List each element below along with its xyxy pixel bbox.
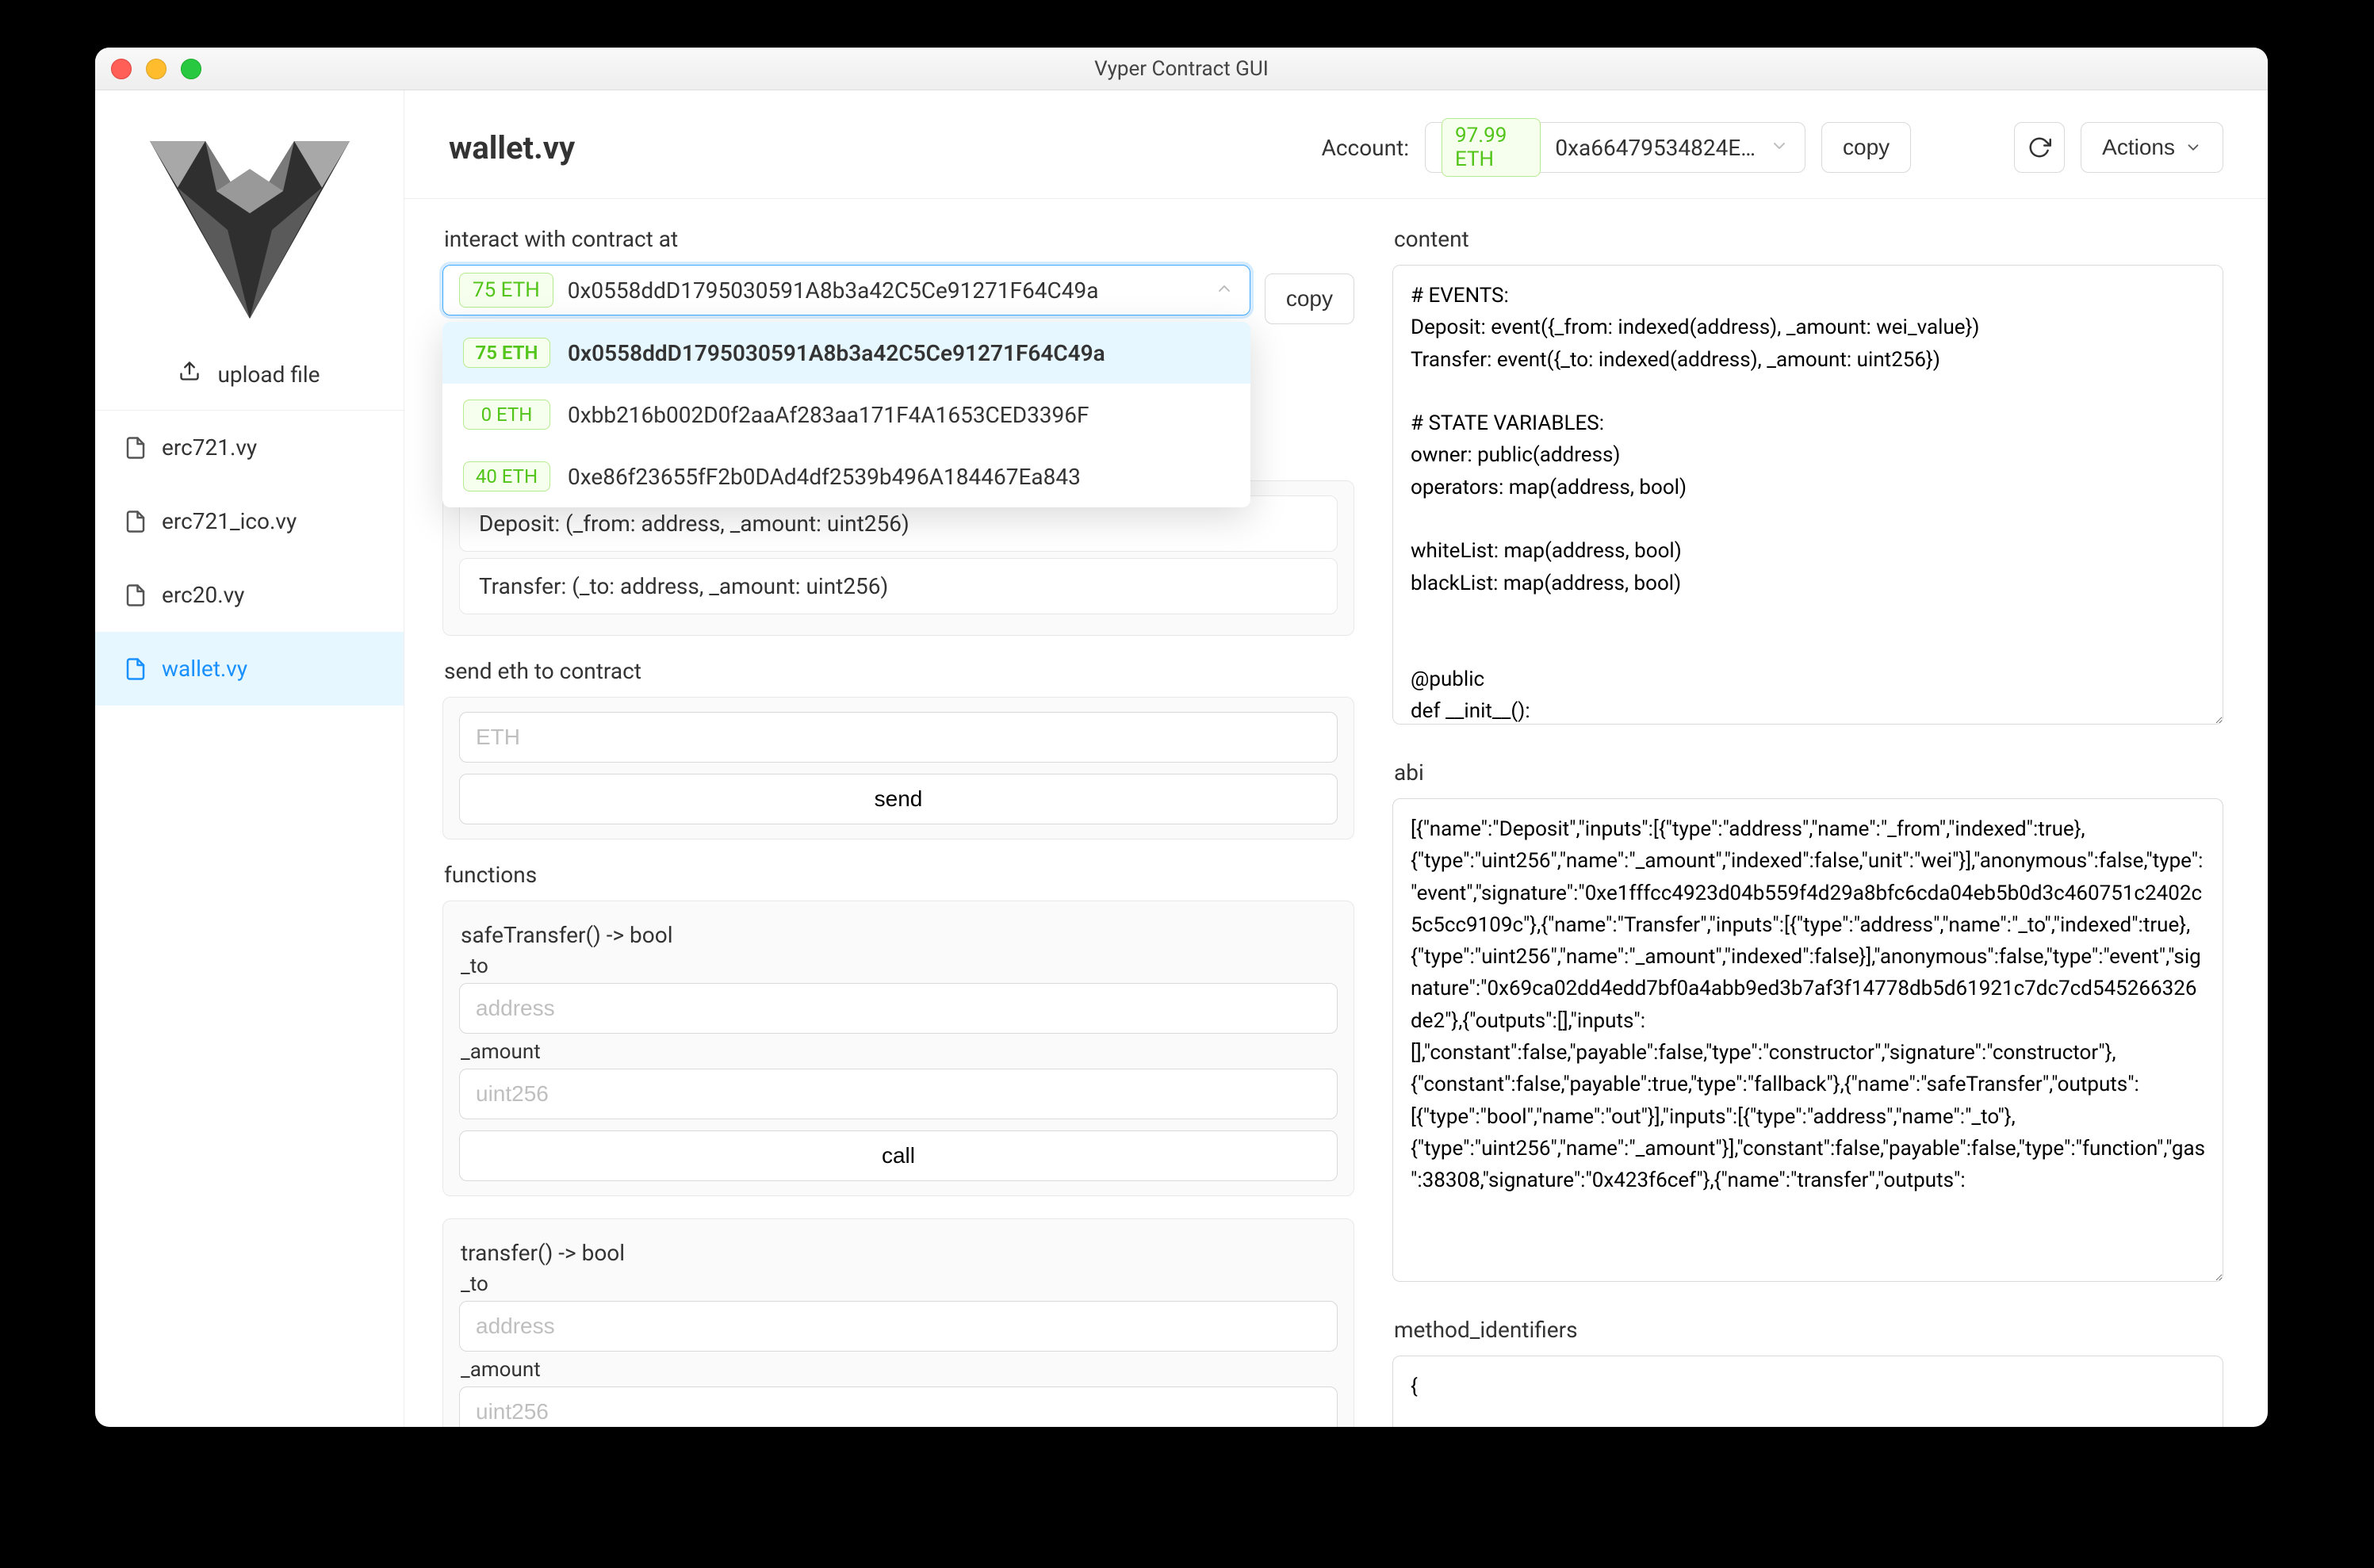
file-item-erc721-ico[interactable]: erc721_ico.vy <box>95 484 404 558</box>
copy-contract-address-button[interactable]: copy <box>1265 273 1354 324</box>
page-title: wallet.vy <box>449 129 575 166</box>
send-eth-input[interactable] <box>459 712 1338 763</box>
send-eth-section-label: send eth to contract <box>444 658 1354 684</box>
interact-section-label: interact with contract at <box>444 226 1354 252</box>
copy-label: copy <box>1286 286 1333 312</box>
refresh-icon <box>2027 136 2051 159</box>
file-icon <box>124 510 147 534</box>
window-titlebar: Vyper Contract GUI <box>95 48 2268 90</box>
eth-badge: 75 ETH <box>463 338 550 368</box>
send-eth-card: send <box>442 697 1354 839</box>
function-input-amount[interactable] <box>459 1069 1338 1119</box>
actions-dropdown[interactable]: Actions <box>2081 122 2223 173</box>
upload-file-label: upload file <box>217 361 320 388</box>
app-window: Vyper Contract GUI <box>95 48 2268 1427</box>
file-item-erc721[interactable]: erc721.vy <box>95 411 404 484</box>
send-eth-button[interactable]: send <box>459 774 1338 824</box>
method-identifiers-section-label: method_identifiers <box>1394 1317 2223 1343</box>
file-item-label: erc721.vy <box>162 434 257 461</box>
file-item-label: erc20.vy <box>162 582 244 608</box>
page-header: wallet.vy Account: 97.99 ETH 0xa66479534… <box>404 90 2268 199</box>
function-signature: transfer() -> bool <box>461 1240 1336 1266</box>
contract-address-dropdown: 75 ETH 0x0558ddD1795030591A8b3a42C5Ce912… <box>442 322 1250 507</box>
traffic-close-button[interactable] <box>111 59 132 79</box>
chevron-down-icon <box>1770 136 1789 159</box>
function-input-label: _amount <box>461 1040 1336 1064</box>
traffic-minimize-button[interactable] <box>146 59 167 79</box>
contract-option[interactable]: 40 ETH 0xe86f23655fF2b0DAd4df2539b496A18… <box>442 446 1250 507</box>
account-select[interactable]: 97.99 ETH 0xa66479534824E… <box>1425 122 1805 173</box>
contract-address-select[interactable]: 75 ETH 0x0558ddD1795030591A8b3a42C5Ce912… <box>442 265 1250 316</box>
function-card: transfer() -> bool _to _amount call <box>442 1218 1354 1427</box>
account-address: 0xa66479534824E… <box>1555 135 1756 161</box>
chevron-down-icon <box>2184 139 2202 156</box>
file-list: erc721.vy erc721_ico.vy erc20.vy wallet.… <box>95 411 404 706</box>
content-textarea[interactable] <box>1392 265 2223 725</box>
account-label: Account: <box>1322 135 1409 161</box>
content-section-label: content <box>1394 226 2223 252</box>
file-item-wallet[interactable]: wallet.vy <box>95 632 404 706</box>
file-item-label: erc721_ico.vy <box>162 508 297 534</box>
copy-account-button[interactable]: copy <box>1821 122 1911 173</box>
function-call-button[interactable]: call <box>459 1130 1338 1181</box>
function-signature: safeTransfer() -> bool <box>461 922 1336 948</box>
call-label: call <box>882 1143 915 1168</box>
option-address: 0xe86f23655fF2b0DAd4df2539b496A184467Ea8… <box>568 464 1081 490</box>
function-card: safeTransfer() -> bool _to _amount call <box>442 901 1354 1196</box>
actions-label: Actions <box>2102 135 2175 160</box>
refresh-button[interactable] <box>2014 122 2065 173</box>
contract-option[interactable]: 75 ETH 0x0558ddD1795030591A8b3a42C5Ce912… <box>442 322 1250 384</box>
option-address: 0xbb216b002D0f2aaAf283aa171F4A1653CED339… <box>568 402 1089 428</box>
function-input-amount[interactable] <box>459 1386 1338 1427</box>
sidebar: upload file erc721.vy erc721_ico.vy erc2… <box>95 90 404 1427</box>
upload-file-button[interactable]: upload file <box>95 338 404 411</box>
function-input-label: _to <box>461 954 1336 978</box>
event-row: Transfer: (_to: address, _amount: uint25… <box>459 558 1338 614</box>
upload-icon <box>178 361 206 388</box>
functions-section-label: functions <box>444 862 1354 888</box>
method-identifiers-textarea[interactable] <box>1392 1356 2223 1427</box>
vyper-logo <box>131 100 369 338</box>
contract-address-value: 0x0558ddD1795030591A8b3a42C5Ce91271F64C4… <box>568 277 1099 304</box>
copy-label: copy <box>1843 135 1890 160</box>
account-eth-badge: 97.99 ETH <box>1442 118 1541 177</box>
contract-option[interactable]: 0 ETH 0xbb216b002D0f2aaAf283aa171F4A1653… <box>442 384 1250 446</box>
send-button-label: send <box>875 786 923 811</box>
file-item-label: wallet.vy <box>162 656 247 682</box>
abi-textarea[interactable] <box>1392 798 2223 1282</box>
function-input-label: _amount <box>461 1358 1336 1382</box>
file-icon <box>124 657 147 681</box>
eth-badge: 0 ETH <box>463 400 550 430</box>
chevron-up-icon <box>1215 279 1234 301</box>
file-icon <box>124 583 147 607</box>
function-input-to[interactable] <box>459 1301 1338 1352</box>
option-address: 0x0558ddD1795030591A8b3a42C5Ce91271F64C4… <box>568 340 1105 366</box>
traffic-maximize-button[interactable] <box>181 59 201 79</box>
file-item-erc20[interactable]: erc20.vy <box>95 558 404 632</box>
eth-badge: 40 ETH <box>463 461 550 491</box>
window-title: Vyper Contract GUI <box>1094 57 1269 81</box>
abi-section-label: abi <box>1394 759 2223 786</box>
function-input-label: _to <box>461 1272 1336 1296</box>
file-icon <box>124 436 147 460</box>
function-input-to[interactable] <box>459 983 1338 1034</box>
contract-eth-badge: 75 ETH <box>459 273 553 308</box>
